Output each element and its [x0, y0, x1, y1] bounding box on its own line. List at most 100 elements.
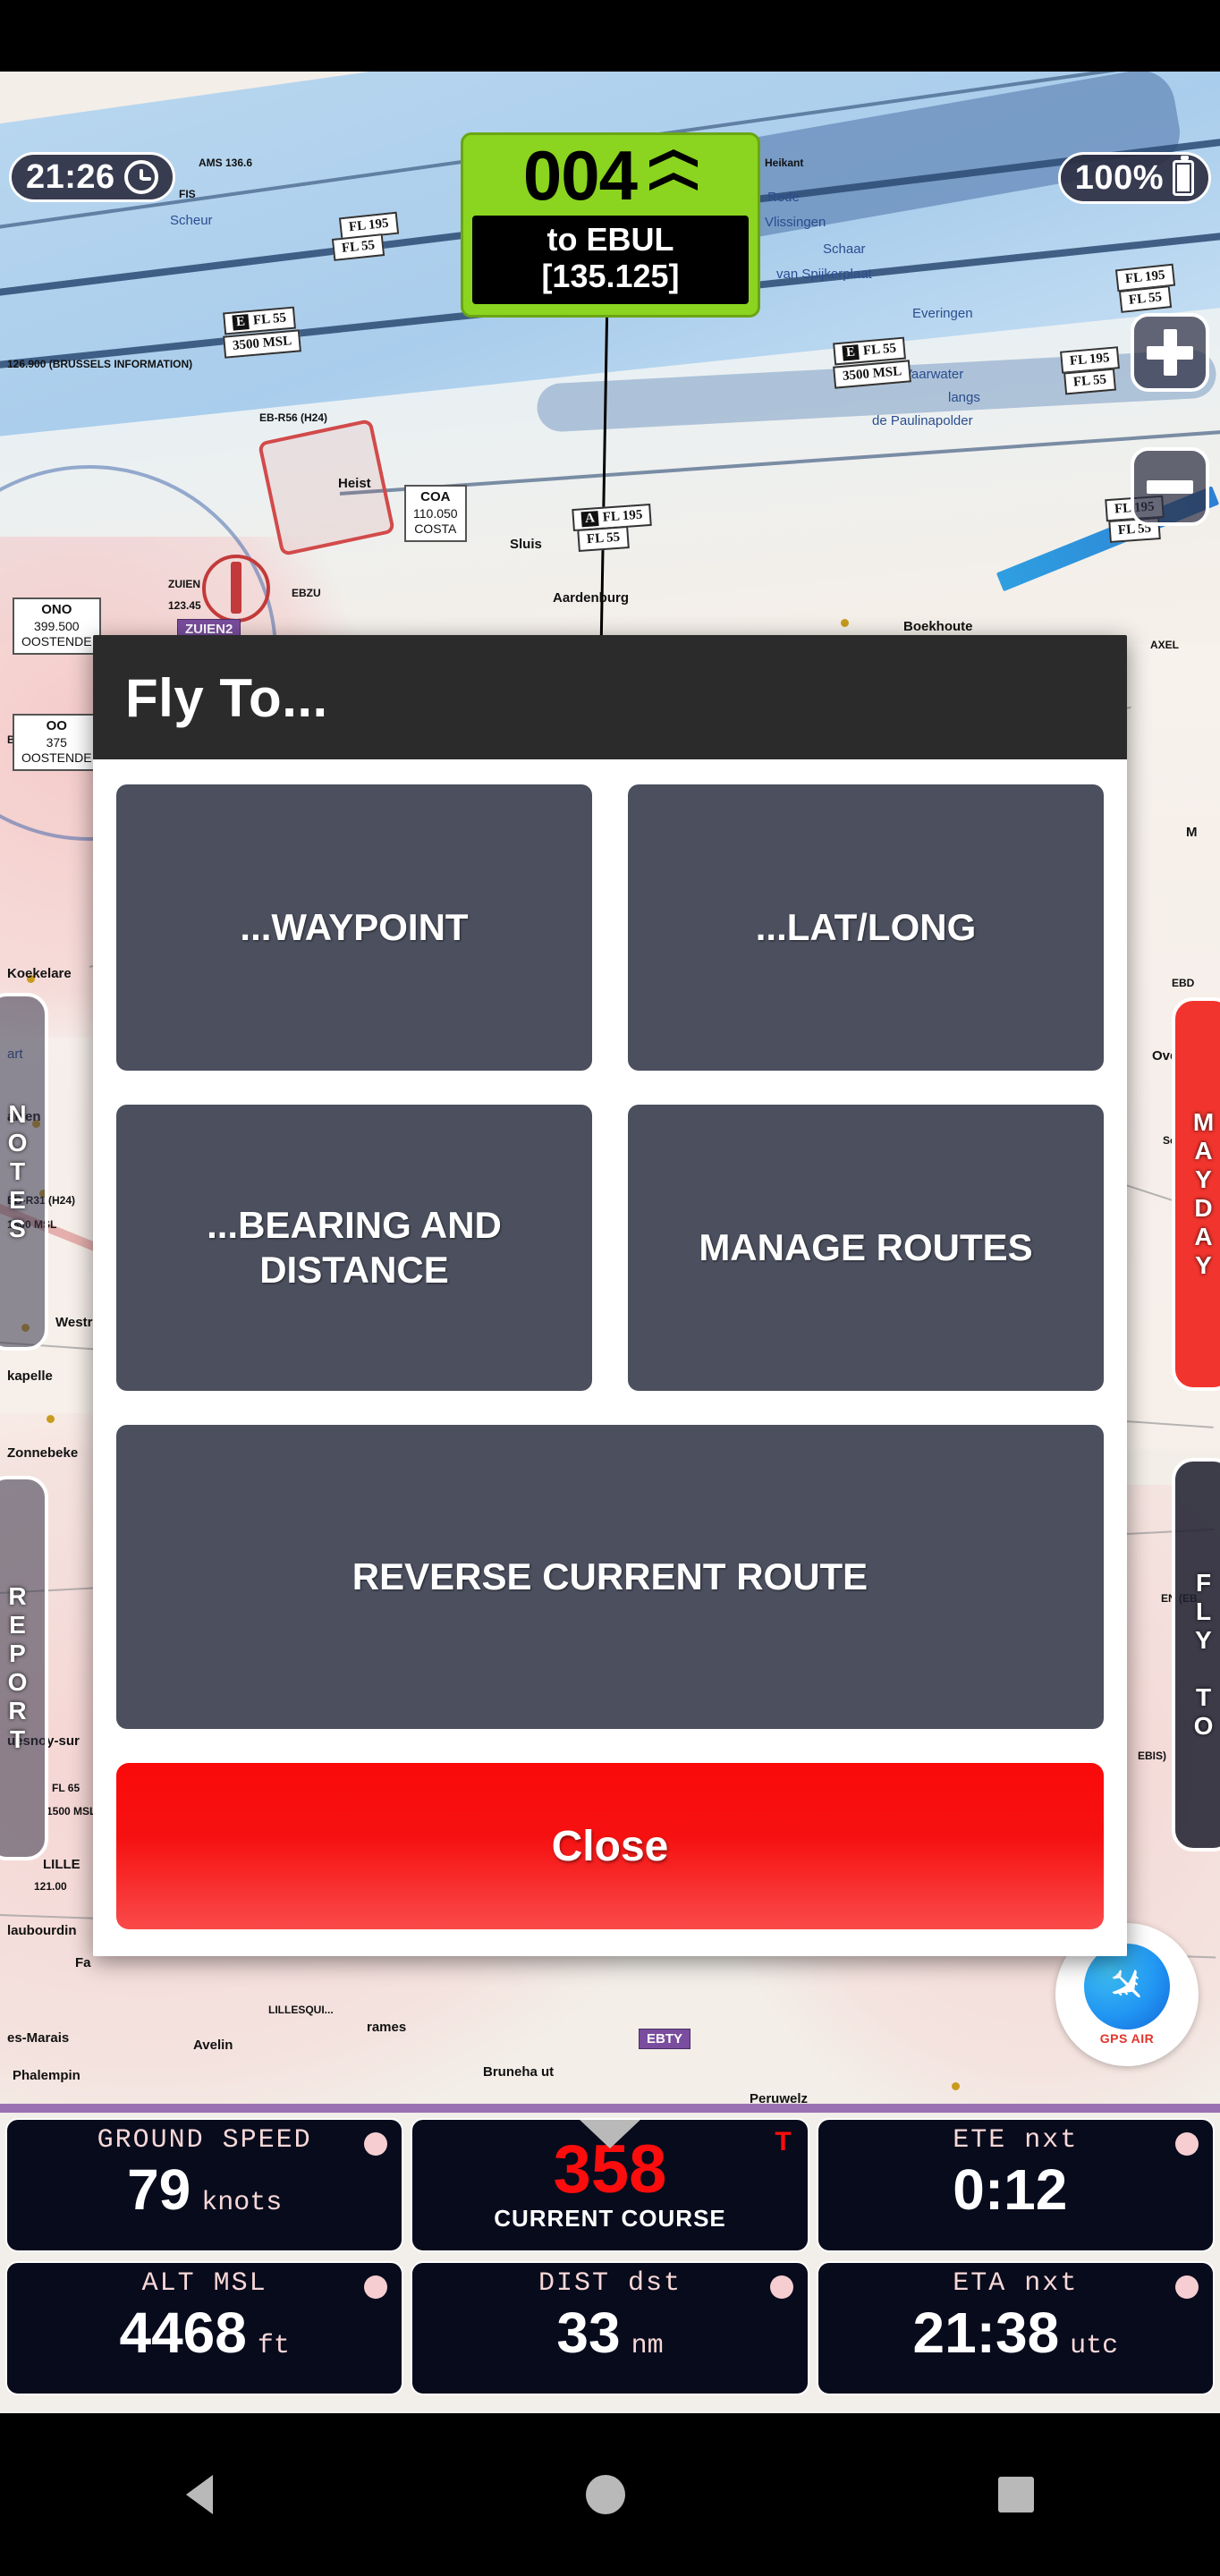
map-label: Sluis [510, 537, 542, 552]
gauge-value: 33 [556, 2301, 621, 2365]
map-label: Schaar [823, 242, 866, 257]
map-label: Vlissingen [765, 215, 826, 230]
back-icon[interactable] [186, 2475, 214, 2514]
plus-icon [1147, 329, 1193, 376]
sidebar-item-flyto[interactable]: FLY TO [1172, 1458, 1220, 1852]
map-label: de Paulinapolder [872, 413, 973, 428]
next-waypoint-badge[interactable]: 004 to EBUL [135.125] [461, 132, 760, 318]
reverse-current-route-button[interactable]: REVERSE CURRENT ROUTE [116, 1425, 1104, 1729]
gauge-alt-msl[interactable]: ALT MSL 4468 ft [5, 2261, 404, 2395]
manage-routes-button[interactable]: MANAGE ROUTES [628, 1105, 1104, 1391]
bearing-row: 004 [472, 140, 749, 210]
gauge-value-row: 0:12 [953, 2161, 1078, 2218]
map-label: EB-R56 (H24) [259, 411, 328, 424]
map-label: 1500 MSL [47, 1805, 97, 1818]
map-label: langs [948, 390, 980, 405]
recent-apps-icon[interactable] [997, 2477, 1034, 2512]
sidebar-item-report[interactable]: REPORT [0, 1476, 48, 1860]
dialog-body: ...WAYPOINT ...LAT/LONG ...BEARING AND D… [93, 759, 1127, 1956]
gauge-label: DIST dst [538, 2268, 682, 2299]
gauge-current-course[interactable]: T 358 CURRENT COURSE [411, 2118, 809, 2252]
battery-icon [1173, 156, 1194, 196]
zoom-in-button[interactable] [1131, 313, 1209, 392]
battery-indicator[interactable]: 100% [1057, 152, 1211, 204]
zoom-out-button[interactable] [1131, 447, 1209, 526]
map-label: Bruneha ut [483, 2064, 555, 2080]
dialog-row-2: ...BEARING AND DISTANCE MANAGE ROUTES [116, 1105, 1104, 1391]
map-label: Rede [767, 190, 800, 205]
map-label: AMS 136.6 [199, 157, 253, 169]
navaid-line: ONO [41, 602, 72, 617]
map-label: LILLE [43, 1857, 80, 1872]
map-label: rames [367, 2020, 407, 2035]
map-label: 123.45 [168, 599, 201, 612]
minus-icon [1147, 479, 1193, 494]
map-label: Zonnebeke [7, 1445, 79, 1461]
app-screen: ScheurAMS 136.6FISHeikantingenRedeVlissi… [0, 0, 1220, 2576]
gauge-value-row: 79 knots [127, 2161, 282, 2218]
map-label: M [1186, 825, 1198, 840]
fly-to-latlong-button[interactable]: ...LAT/LONG [628, 784, 1104, 1071]
navaid-line: OOSTENDE [21, 634, 92, 649]
battery-percent: 100% [1074, 159, 1164, 197]
flyto-tab-label: FLY TO [1190, 1569, 1217, 1741]
map-label: Heist [338, 476, 371, 491]
sidebar-item-mayday[interactable]: MAYDAY [1172, 997, 1220, 1391]
dialog-row-1: ...WAYPOINT ...LAT/LONG [116, 784, 1104, 1071]
double-chevron-up-icon [649, 149, 699, 201]
navaid-line: COSTA [414, 521, 457, 537]
map-label: van Spijkerplaat [776, 267, 872, 282]
flight-level-box: FL 55 [1063, 368, 1117, 394]
map-label: Koekelare [7, 966, 72, 981]
course-pointer-icon [577, 2120, 642, 2148]
destination-label: to EBUL [546, 221, 674, 258]
map-label: EBZU [292, 587, 321, 599]
map-poi-dot [47, 1415, 55, 1423]
navaid-line: 399.500 [33, 618, 80, 633]
gauge-unit: utc [1070, 2331, 1119, 2361]
gauge-value-row: 21:38 utc [912, 2304, 1118, 2361]
gps-air-logo-circle: ✈ [1084, 1944, 1170, 2029]
navaid-line: COA [420, 489, 451, 504]
airplane-icon: ✈ [1095, 1954, 1159, 2019]
map-label: Fa [75, 1955, 91, 1970]
map-label: Scheur [170, 213, 213, 228]
map-label: Phalempin [13, 2068, 80, 2083]
gauge-value-row: 4468 ft [119, 2304, 289, 2361]
course-true-indicator: T [775, 2127, 792, 2157]
airspace-class-badge: E [842, 344, 860, 361]
navaid-line: 110.050 [413, 505, 458, 521]
gauge-value: 79 [127, 2157, 191, 2222]
navaid-info-card: OO 375 OOSTENDE [13, 714, 101, 771]
page-title: Fly To... [125, 668, 328, 728]
waypoint-chip: EBTY [639, 2029, 691, 2049]
map-label: EBD [1172, 977, 1195, 989]
status-dot [364, 2132, 388, 2156]
gauge-ete-next[interactable]: ETE nxt 0:12 [816, 2118, 1215, 2252]
gauge-value: 0:12 [953, 2157, 1068, 2222]
map-label: Vaarwater [903, 367, 964, 382]
fly-to-waypoint-button[interactable]: ...WAYPOINT [116, 784, 592, 1071]
map-label: FIS [179, 188, 196, 200]
navaid-info-card: ONO 399.500 OOSTENDE [13, 597, 101, 655]
map-label: Avelin [193, 2038, 233, 2053]
home-icon[interactable] [585, 2475, 625, 2514]
map-label: es-Marais [7, 2030, 70, 2046]
flight-level-box: FL 55 [577, 526, 630, 552]
airspace-class-badge: E [232, 314, 250, 331]
gauge-dist-dst[interactable]: DIST dst 33 nm [411, 2261, 809, 2395]
gauge-ground-speed[interactable]: GROUND SPEED 79 knots [5, 2118, 404, 2252]
report-tab-label: REPORT [4, 1582, 31, 1754]
panel-separator [0, 2104, 1220, 2113]
map-label: Aardenburg [553, 590, 630, 606]
map-poi-dot [841, 619, 849, 627]
sidebar-item-notes[interactable]: NOTES [0, 993, 48, 1351]
map-label: AXEL [1150, 639, 1180, 651]
gauge-eta-next[interactable]: ETA nxt 21:38 utc [816, 2261, 1215, 2395]
fly-to-bearing-distance-button[interactable]: ...BEARING AND DISTANCE [116, 1105, 592, 1391]
close-button[interactable]: Close [116, 1763, 1104, 1929]
map-label: FL 65 [52, 1782, 80, 1794]
clock-indicator[interactable]: 21:26 [9, 152, 175, 202]
airspace-class-badge: A [580, 511, 599, 527]
status-dot [1174, 2132, 1199, 2156]
